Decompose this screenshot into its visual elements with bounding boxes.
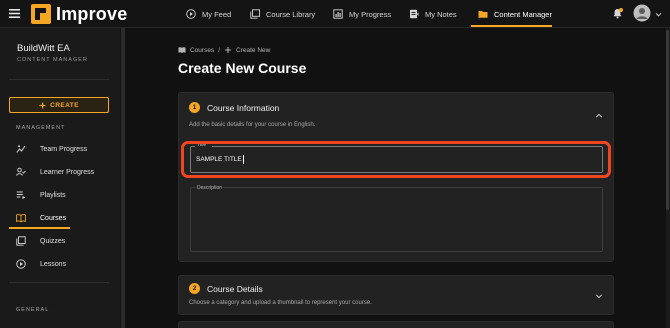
chevron-down-icon[interactable] — [655, 11, 662, 18]
library-icon — [250, 9, 260, 19]
nav-label: My Notes — [425, 9, 457, 19]
sidebar-item-courses[interactable]: Courses — [16, 210, 116, 226]
nav-label: Course Library — [266, 9, 316, 19]
step-badge: 2 — [189, 283, 200, 294]
page-title: Create New Course — [178, 60, 307, 76]
course-information-section: 1 Course Information Add the basic detai… — [178, 92, 614, 262]
section-description: Add the basic details for your course in… — [189, 122, 316, 128]
courses-icon — [16, 213, 26, 223]
breadcrumb-current: Create New — [236, 46, 271, 54]
create-button[interactable]: CREATE — [9, 97, 109, 113]
title-field-label: Title * — [195, 142, 212, 148]
course-details-section[interactable]: 2 Course Details Choose a category and u… — [178, 275, 614, 315]
sidebar-item-label: Courses — [40, 214, 67, 222]
user-avatar-icon[interactable] — [633, 4, 651, 22]
sidebar-item-label: Learner Progress — [40, 168, 95, 176]
quizzes-icon — [16, 236, 26, 246]
nav-label: Content Manager — [494, 9, 552, 19]
nav-label: My Feed — [202, 9, 232, 19]
sidebar-item-quizzes[interactable]: Quizzes — [16, 233, 116, 249]
sidebar-active-indicator — [9, 227, 70, 229]
section-description: Choose a category and upload a thumbnail… — [189, 300, 372, 306]
main-scrollbar-thumb[interactable] — [666, 30, 669, 210]
breadcrumb: Courses / Create New — [178, 45, 270, 55]
nav-active-indicator — [471, 25, 552, 27]
app-name[interactable]: Improve — [56, 3, 127, 25]
general-section-label: GENERAL — [16, 307, 50, 313]
management-section-label: MANAGEMENT — [16, 125, 66, 131]
hamburger-menu-icon[interactable] — [9, 8, 20, 19]
text-caret — [243, 155, 244, 164]
nav-label: My Progress — [349, 9, 392, 19]
folder-icon — [478, 9, 488, 19]
step-badge: 1 — [189, 102, 200, 113]
sidebar-item-learner-progress[interactable]: Learner Progress — [16, 164, 116, 180]
notes-icon — [409, 9, 419, 19]
playlist-icon — [16, 190, 26, 200]
sidebar-item-label: Lessons — [40, 260, 67, 268]
section-title: Course Details — [207, 284, 263, 294]
breadcrumb-separator: / — [218, 46, 221, 54]
notification-dot — [619, 8, 623, 12]
chevron-down-icon[interactable] — [595, 292, 603, 300]
title-input-value: SAMPLE TITLE — [196, 156, 242, 163]
logo-icon[interactable] — [31, 4, 51, 24]
description-textarea[interactable]: Description — [190, 185, 603, 252]
chevron-up-icon[interactable] — [595, 112, 603, 120]
courses-icon — [178, 46, 186, 54]
sidebar: BuildWitt EA CONTENT MANAGER CREATE MANA… — [0, 28, 120, 328]
nav-course-library[interactable]: Course Library — [250, 0, 315, 28]
section-title: Course Information — [207, 103, 280, 113]
nav-my-progress[interactable]: My Progress — [333, 0, 391, 28]
sidebar-item-label: Playlists — [40, 191, 66, 199]
nav-my-notes[interactable]: My Notes — [409, 0, 457, 28]
sidebar-item-team-progress[interactable]: Team Progress — [16, 141, 116, 157]
plus-icon — [39, 102, 46, 109]
sidebar-item-playlists[interactable]: Playlists — [16, 187, 116, 203]
sidebar-scrollbar[interactable] — [121, 28, 125, 328]
play-circle-icon — [186, 9, 196, 19]
title-input[interactable]: Title * SAMPLE TITLE — [190, 142, 603, 173]
next-section[interactable] — [178, 321, 614, 328]
sidebar-item-lessons[interactable]: Lessons — [16, 256, 116, 272]
sidebar-item-label: Team Progress — [40, 145, 88, 153]
sidebar-divider — [9, 79, 109, 80]
sidebar-item-label: Quizzes — [40, 237, 66, 245]
sidebar-divider — [9, 282, 109, 283]
user-role: CONTENT MANAGER — [17, 57, 88, 63]
chart-icon — [333, 9, 343, 19]
org-name: BuildWitt EA — [17, 43, 70, 54]
breadcrumb-courses-link[interactable]: Courses — [190, 47, 214, 54]
create-label: CREATE — [50, 101, 79, 109]
nav-my-feed[interactable]: My Feed — [186, 0, 231, 28]
top-bar: Improve My Feed Course Library My Progre… — [0, 0, 670, 28]
nav-content-manager[interactable]: Content Manager — [478, 0, 552, 28]
plus-icon — [224, 46, 232, 54]
description-field-label: Description — [196, 185, 224, 191]
learner-progress-icon — [16, 167, 26, 177]
lessons-icon — [16, 259, 26, 269]
team-progress-icon — [16, 144, 26, 154]
